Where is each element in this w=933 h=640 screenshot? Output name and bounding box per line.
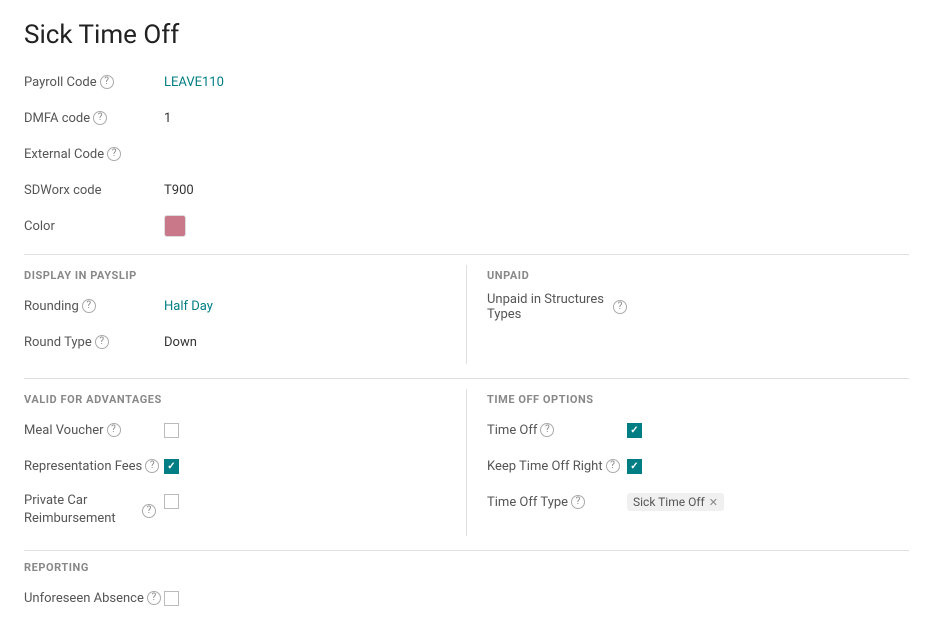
unforeseen-absence-label: Unforeseen Absence ? [24,591,164,606]
valid-for-advantages-header: VALID FOR ADVANTAGES [24,393,446,406]
sdworx-code-row: SDWorx code T900 [24,176,909,204]
meal-voucher-row: Meal Voucher ? [24,416,446,444]
color-row: Color [24,212,909,240]
dmfa-code-row: DMFA code ? 1 [24,104,909,132]
time-off-type-tag[interactable]: Sick Time Off ✕ [627,493,724,511]
rounding-value: Half Day [164,299,213,314]
unpaid-structures-label: Unpaid in Structures Types ? [487,292,627,322]
unforeseen-absence-help-icon[interactable]: ? [147,591,161,605]
color-swatch[interactable] [164,215,186,237]
representation-fees-label: Representation Fees ? [24,459,164,474]
display-in-payslip-header: DISPLAY IN PAYSLIP [24,269,446,282]
time-off-type-help-icon[interactable]: ? [571,495,585,509]
unforeseen-absence-checkbox[interactable] [164,591,179,606]
round-type-help-icon[interactable]: ? [95,335,109,349]
time-off-checkbox[interactable] [627,423,642,438]
external-code-row: External Code ? [24,140,909,168]
keep-time-off-right-checkbox[interactable] [627,459,642,474]
page-title: Sick Time Off [24,20,909,50]
private-car-checkbox[interactable] [164,494,179,509]
sdworx-code-label: SDWorx code [24,183,164,198]
private-car-help-icon[interactable]: ? [142,504,156,518]
meal-voucher-checkbox[interactable] [164,423,179,438]
dmfa-code-help-icon[interactable]: ? [93,111,107,125]
time-off-type-row: Time Off Type ? Sick Time Off ✕ [487,488,909,516]
keep-time-off-right-label: Keep Time Off Right ? [487,459,627,474]
round-type-value: Down [164,335,197,350]
payroll-code-label: Payroll Code ? [24,75,164,90]
meal-voucher-help-icon[interactable]: ? [107,423,121,437]
unpaid-structures-row: Unpaid in Structures Types ? [487,292,909,322]
representation-fees-row: Representation Fees ? [24,452,446,480]
unforeseen-absence-row: Unforeseen Absence ? [24,584,909,612]
time-off-options-header: TIME OFF OPTIONS [487,393,909,406]
round-type-label: Round Type ? [24,335,164,350]
external-code-label: External Code ? [24,147,164,162]
representation-fees-checkbox[interactable] [164,459,179,474]
payroll-code-value: LEAVE110 [164,75,224,90]
representation-fees-help-icon[interactable]: ? [145,459,159,473]
reporting-header: REPORTING [24,561,909,574]
time-off-row: Time Off ? [487,416,909,444]
external-code-help-icon[interactable]: ? [107,147,121,161]
payroll-code-help-icon[interactable]: ? [100,75,114,89]
time-off-type-tag-close[interactable]: ✕ [709,496,718,509]
payroll-code-row: Payroll Code ? LEAVE110 [24,68,909,96]
sdworx-code-value: T900 [164,183,194,198]
keep-time-off-right-row: Keep Time Off Right ? [487,452,909,480]
unpaid-header: UNPAID [487,269,909,282]
time-off-type-label: Time Off Type ? [487,495,627,510]
dmfa-code-label: DMFA code ? [24,111,164,126]
rounding-label: Rounding ? [24,299,164,314]
time-off-help-icon[interactable]: ? [540,423,554,437]
private-car-row: Private Car Reimbursement ? [24,488,446,528]
unpaid-structures-help-icon[interactable]: ? [613,300,627,314]
color-label: Color [24,219,164,234]
rounding-row: Rounding ? Half Day [24,292,446,320]
dmfa-code-value: 1 [164,111,171,126]
meal-voucher-label: Meal Voucher ? [24,423,164,438]
round-type-row: Round Type ? Down [24,328,446,356]
private-car-label: Private Car Reimbursement ? [24,492,164,528]
keep-time-off-right-help-icon[interactable]: ? [606,459,620,473]
time-off-label: Time Off ? [487,423,627,438]
time-off-type-tag-label: Sick Time Off [633,495,705,509]
rounding-help-icon[interactable]: ? [82,299,96,313]
